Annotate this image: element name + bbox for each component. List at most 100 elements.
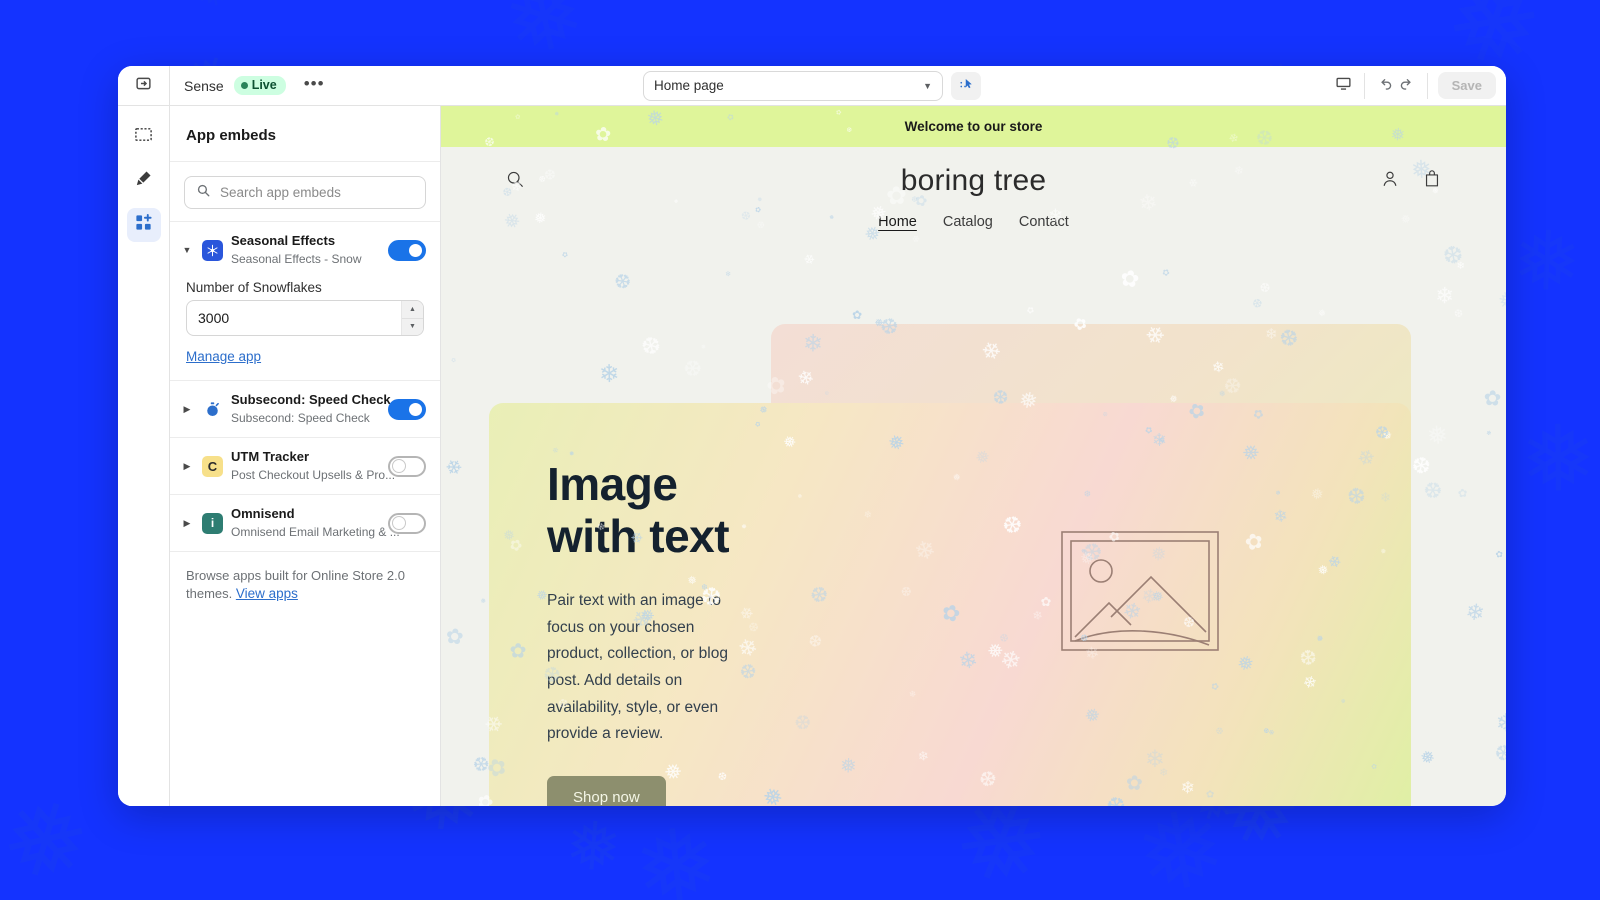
- caret-right-icon[interactable]: ▶: [180, 404, 194, 415]
- app-embed-toggle[interactable]: [388, 512, 426, 534]
- chevron-down-icon: ▼: [923, 80, 932, 91]
- snowflake-overlay-icon: ❄: [1489, 706, 1506, 739]
- app-embed-subtitle: Seasonal Effects - Snow: [231, 252, 362, 266]
- search-field[interactable]: [184, 176, 426, 209]
- snowflake-pattern-icon: ❅: [0, 785, 109, 895]
- snowflake-overlay-icon: ✿: [1493, 548, 1506, 561]
- snowflake-overlay-icon: ❆: [1258, 279, 1273, 296]
- app-embed-name: Omnisend: [231, 506, 295, 521]
- snowflake-overlay-icon: ❆: [1417, 474, 1447, 506]
- rail-item-app-embeds[interactable]: [126, 208, 161, 242]
- stopwatch-app-icon: [202, 398, 223, 420]
- shop-now-button[interactable]: Shop now: [547, 775, 666, 806]
- caret-down-icon[interactable]: ▼: [402, 318, 423, 335]
- snowflake-overlay-icon: ✿: [1024, 303, 1036, 316]
- nav-item-catalog[interactable]: Catalog: [943, 214, 993, 230]
- app-embed-row[interactable]: ▶ i Omnisend Omnisend Email Marketing & …: [170, 495, 440, 551]
- snowflake-overlay-icon: ❄: [1452, 259, 1467, 272]
- snowflake-overlay-icon: ❅: [1421, 417, 1456, 450]
- nav-item-home[interactable]: Home: [878, 214, 917, 230]
- view-apps-link[interactable]: View apps: [236, 585, 298, 604]
- caret-right-icon[interactable]: ▶: [180, 518, 194, 529]
- caret-up-icon[interactable]: ▲: [402, 301, 423, 319]
- snowflake-overlay-icon: ❆: [1489, 741, 1506, 764]
- caret-down-icon[interactable]: ▼: [180, 245, 194, 255]
- snowflake-count-label: Number of Snowflakes: [186, 280, 322, 295]
- snowflake-overlay-icon: ✿: [1114, 264, 1146, 293]
- desktop-view-icon: [1335, 75, 1352, 97]
- toggle-knob: [391, 516, 406, 530]
- search-icon[interactable]: [505, 169, 525, 194]
- history-buttons[interactable]: [1365, 72, 1428, 99]
- app-embed-row[interactable]: ▶ C UTM Tracker Post Checkout Upsells & …: [170, 438, 440, 494]
- editor-top-bar: Sense Live ••• Home page ▼ Save: [118, 66, 1506, 106]
- snowflake-overlay-icon: ❆: [635, 328, 668, 361]
- announcement-text: Welcome to our store: [904, 119, 1043, 134]
- inspector-toggle-button[interactable]: [951, 71, 981, 100]
- save-button[interactable]: Save: [1437, 72, 1496, 99]
- snowflake-overlay-icon: ❆: [679, 352, 708, 384]
- announcement-bar[interactable]: Welcome to our store: [441, 106, 1506, 147]
- snowflake-overlay-icon: ✿: [451, 357, 458, 363]
- app-embeds-sidebar: App embeds ▼: [170, 106, 441, 806]
- app-embed-meta: Subsecond: Speed Check Subsecond: Speed …: [231, 391, 391, 427]
- account-icon[interactable]: [1380, 169, 1400, 194]
- live-dot-icon: [240, 81, 248, 89]
- undo-icon[interactable]: [1377, 75, 1394, 97]
- omnisend-app-icon: i: [202, 512, 223, 534]
- app-blocks-icon: [134, 213, 153, 237]
- snowflake-overlay-icon: ✿: [848, 305, 865, 324]
- search-input[interactable]: [220, 185, 414, 200]
- app-embed-toggle[interactable]: [388, 455, 426, 477]
- theme-info-group: Sense Live •••: [170, 75, 333, 95]
- caret-right-icon[interactable]: ▶: [180, 461, 194, 472]
- image-placeholder-icon: [1061, 530, 1219, 656]
- more-actions-button[interactable]: •••: [296, 75, 333, 92]
- app-embed-toggle[interactable]: [388, 398, 426, 420]
- snowflake-overlay-icon: ❄: [800, 250, 818, 270]
- toggle-knob: [391, 459, 406, 473]
- hero-text-block: Image with text Pair text with an image …: [547, 458, 927, 806]
- editor-icon-rail: [118, 106, 170, 806]
- snowflake-overlay-icon: ❆: [608, 270, 634, 291]
- app-embed-meta: Omnisend Omnisend Email Marketing & ...: [231, 505, 400, 541]
- rail-item-theme-settings[interactable]: [127, 164, 161, 198]
- snowflake-overlay-icon: ❅: [1315, 305, 1329, 320]
- snowflake-count-field[interactable]: 3000 ▲ ▼: [186, 300, 424, 336]
- snowflake-overlay-icon: ❆: [1435, 240, 1468, 268]
- hero-image-area: [927, 459, 1353, 767]
- app-embed-group: ▶ C UTM Tracker Post Checkout Upsells & …: [170, 437, 440, 494]
- page-selector[interactable]: Home page ▼: [643, 70, 943, 101]
- exit-preview-icon: [135, 75, 152, 97]
- app-embed-row[interactable]: ▼ Seasonal Effects Seasonal Effects - Sn…: [170, 222, 440, 278]
- app-embed-toggle[interactable]: [388, 239, 426, 261]
- app-embed-group: ▶ i Omnisend Omnisend Email Marketing & …: [170, 494, 440, 551]
- snowflake-overlay-icon: ❅: [1418, 746, 1438, 769]
- rail-item-sections[interactable]: [127, 120, 161, 154]
- top-bar-actions: Save: [1323, 66, 1496, 106]
- snowflake-pattern-icon: ❅: [1488, 208, 1600, 312]
- app-embed-subtitle: Omnisend Email Marketing & ...: [231, 525, 400, 539]
- snowflake-count-value[interactable]: 3000: [187, 301, 401, 335]
- app-embed-row[interactable]: ▶ Subsecond: Speed Check Subsecond: Spee…: [170, 381, 440, 437]
- search-container: [170, 162, 440, 221]
- app-embed-name: UTM Tracker: [231, 449, 310, 464]
- manage-app-link[interactable]: Manage app: [186, 349, 261, 364]
- desktop-view-button[interactable]: [1323, 72, 1365, 99]
- store-preview[interactable]: Welcome to our store boring tree Home Ca…: [441, 106, 1506, 806]
- store-nav: Home Catalog Contact: [441, 214, 1506, 230]
- image-with-text-section[interactable]: Image with text Pair text with an image …: [489, 403, 1411, 806]
- inspector-cursor-icon: [959, 76, 974, 96]
- cart-icon[interactable]: [1422, 169, 1442, 194]
- app-embed-group: ▶ Subsecond: Speed Check Subsecond: Spee…: [170, 380, 440, 437]
- exit-editor-button[interactable]: [118, 66, 170, 106]
- nav-item-contact[interactable]: Contact: [1019, 214, 1069, 230]
- redo-icon[interactable]: [1398, 75, 1415, 97]
- snowflake-pattern-icon: ❅: [181, 0, 242, 20]
- snowflake-overlay-icon: ❄: [1463, 596, 1487, 625]
- app-embed-name: Subsecond: Speed Check: [231, 392, 391, 407]
- hero-heading-line1: Image: [547, 458, 678, 510]
- theme-editor-window: Sense Live ••• Home page ▼ Save App embe…: [118, 66, 1506, 806]
- quantity-stepper[interactable]: ▲ ▼: [401, 301, 423, 335]
- snowflake-overlay-icon: ❆: [1248, 294, 1266, 312]
